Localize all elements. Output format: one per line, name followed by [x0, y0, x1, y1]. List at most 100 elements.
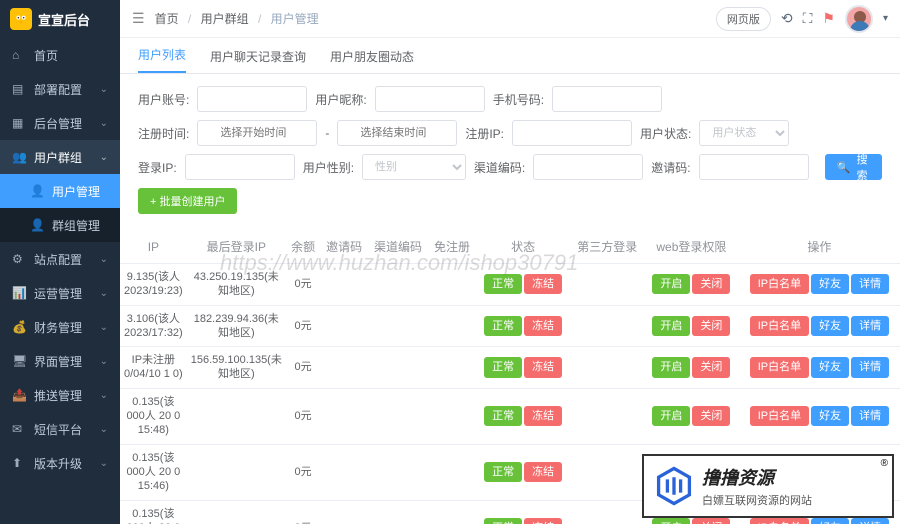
sidebar-item-sms[interactable]: ✉短信平台⌄	[0, 412, 120, 446]
breadcrumb-group[interactable]: 用户群组	[201, 12, 249, 26]
status-normal-button[interactable]: 正常	[484, 316, 522, 336]
sidebar-item-finance[interactable]: 💰财务管理⌄	[0, 310, 120, 344]
sidebar-item-push[interactable]: 📤推送管理⌄	[0, 378, 120, 412]
sidebar-item-home[interactable]: ⌂首页	[0, 38, 120, 72]
friends-button[interactable]: 好友	[811, 357, 849, 377]
sidebar-item-ops[interactable]: 📊运营管理⌄	[0, 276, 120, 310]
friends-button[interactable]: 好友	[811, 518, 849, 524]
friends-button[interactable]: 好友	[811, 316, 849, 336]
status-freeze-button[interactable]: 冻结	[524, 316, 562, 336]
sidebar-subitem[interactable]: 👤群组管理	[0, 208, 120, 242]
breadcrumb-current: 用户管理	[271, 12, 319, 26]
detail-button[interactable]: 详情	[851, 406, 889, 426]
user-icon: 👤	[30, 184, 44, 198]
webperm-off-button[interactable]: 关闭	[692, 406, 730, 426]
fullscreen-icon[interactable]: ⛶	[803, 10, 813, 27]
detail-button[interactable]: 详情	[851, 274, 889, 294]
nickname-input[interactable]	[375, 86, 485, 112]
webperm-on-button[interactable]: 开启	[652, 406, 690, 426]
webperm-on-button[interactable]: 开启	[652, 518, 690, 524]
friends-button[interactable]: 好友	[811, 274, 849, 294]
topbar: ☰ 首页 / 用户群组 / 用户管理 网页版 ⟲ ⛶ ⚑ ▾	[120, 0, 900, 38]
status-normal-button[interactable]: 正常	[484, 406, 522, 426]
sidebar-item-backend[interactable]: ▦后台管理⌄	[0, 106, 120, 140]
nav-list: ⌂首页▤部署配置⌄▦后台管理⌄👥用户群组⌄👤用户管理👤群组管理⚙站点配置⌄📊运营…	[0, 38, 120, 480]
gender-select[interactable]: 性别	[362, 154, 466, 180]
column-header: 操作	[739, 230, 900, 264]
breadcrumb-home[interactable]: 首页	[155, 12, 179, 26]
webperm-off-button[interactable]: 关闭	[692, 316, 730, 336]
status-freeze-button[interactable]: 冻结	[524, 357, 562, 377]
ipwhite-button[interactable]: IP白名单	[750, 274, 809, 294]
sidebar-item-version[interactable]: ⬆版本升级⌄	[0, 446, 120, 480]
status-freeze-button[interactable]: 冻结	[524, 274, 562, 294]
webperm-on-button[interactable]: 开启	[652, 274, 690, 294]
collapse-icon[interactable]: ☰	[132, 10, 145, 27]
avatar-chevron-icon[interactable]: ▾	[883, 13, 888, 24]
regip-input[interactable]	[512, 120, 632, 146]
detail-button[interactable]: 详情	[851, 316, 889, 336]
webperm-off-button[interactable]: 关闭	[692, 518, 730, 524]
status-normal-button[interactable]: 正常	[484, 357, 522, 377]
invite-input[interactable]	[699, 154, 809, 180]
webperm-on-button[interactable]: 开启	[652, 357, 690, 377]
chevron-down-icon: ⌄	[100, 84, 108, 95]
status-freeze-button[interactable]: 冻结	[524, 518, 562, 524]
chevron-down-icon: ⌄	[100, 356, 108, 367]
chevron-down-icon: ⌄	[100, 390, 108, 401]
status-freeze-button[interactable]: 冻结	[524, 462, 562, 482]
detail-button[interactable]: 详情	[851, 518, 889, 524]
tab[interactable]: 用户聊天记录查询	[210, 40, 306, 73]
mode-button[interactable]: 网页版	[716, 7, 771, 31]
start-date-input[interactable]	[197, 120, 317, 146]
account-input[interactable]	[197, 86, 307, 112]
regip-label: 注册IP:	[465, 125, 504, 142]
filter-panel: 用户账号: 用户昵称: 手机号码: 注册时间: - 注册IP: 用户状态: 用户…	[120, 74, 900, 230]
user-icon: 👤	[30, 218, 44, 232]
invite-label: 邀请码:	[651, 159, 690, 176]
status-freeze-button[interactable]: 冻结	[524, 406, 562, 426]
tab[interactable]: 用户列表	[138, 38, 186, 73]
table-header-row: IP最后登录IP余额邀请码渠道编码免注册状态第三方登录web登录权限操作	[120, 230, 900, 264]
chevron-down-icon: ⌄	[100, 152, 108, 163]
ipwhite-button[interactable]: IP白名单	[750, 316, 809, 336]
chevron-down-icon: ⌄	[100, 322, 108, 333]
sidebar-subitem[interactable]: 👤用户管理	[0, 174, 120, 208]
tab[interactable]: 用户朋友圈动态	[330, 40, 414, 73]
sidebar-item-ui[interactable]: 🖥界面管理⌄	[0, 344, 120, 378]
webperm-off-button[interactable]: 关闭	[692, 274, 730, 294]
ui-icon: 🖥	[12, 354, 26, 368]
detail-button[interactable]: 详情	[851, 357, 889, 377]
loginip-input[interactable]	[185, 154, 295, 180]
column-header: 免注册	[428, 230, 475, 264]
search-button[interactable]: 🔍搜索	[825, 154, 882, 180]
batch-create-button[interactable]: + 批量创建用户	[138, 188, 237, 214]
sidebar-item-users[interactable]: 👥用户群组⌄	[0, 140, 120, 174]
sidebar-item-site[interactable]: ⚙站点配置⌄	[0, 242, 120, 276]
refresh-icon[interactable]: ⟲	[781, 10, 793, 27]
loginip-label: 登录IP:	[138, 159, 177, 176]
reg-mark: ®	[881, 458, 888, 469]
end-date-input[interactable]	[337, 120, 457, 146]
friends-button[interactable]: 好友	[811, 406, 849, 426]
status-select[interactable]: 用户状态	[699, 120, 789, 146]
site-icon: ⚙	[12, 252, 26, 266]
column-header: 邀请码	[320, 230, 367, 264]
column-header: web登录权限	[644, 230, 739, 264]
webperm-off-button[interactable]: 关闭	[692, 357, 730, 377]
webperm-on-button[interactable]: 开启	[652, 316, 690, 336]
status-normal-button[interactable]: 正常	[484, 462, 522, 482]
ipwhite-button[interactable]: IP白名单	[750, 406, 809, 426]
channel-label: 渠道编码:	[474, 159, 525, 176]
sidebar-item-deploy[interactable]: ▤部署配置⌄	[0, 72, 120, 106]
ipwhite-button[interactable]: IP白名单	[750, 357, 809, 377]
column-header: 状态	[476, 230, 571, 264]
status-normal-button[interactable]: 正常	[484, 274, 522, 294]
phone-input[interactable]	[552, 86, 662, 112]
channel-input[interactable]	[533, 154, 643, 180]
status-normal-button[interactable]: 正常	[484, 518, 522, 524]
owl-icon	[10, 8, 32, 30]
alert-icon[interactable]: ⚑	[822, 10, 835, 27]
avatar[interactable]	[845, 5, 873, 33]
ipwhite-button[interactable]: IP白名单	[750, 518, 809, 524]
